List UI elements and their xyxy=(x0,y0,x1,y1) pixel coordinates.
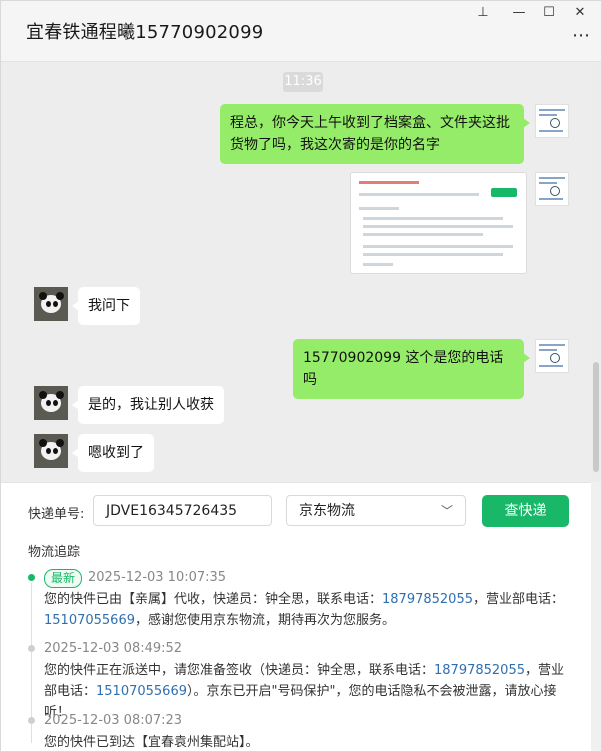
office-phone-link[interactable]: 15107055669 xyxy=(96,684,187,699)
event-text: ，感谢您使用京东物流，期待再次为您服务。 xyxy=(134,613,395,628)
message-bubble-them[interactable]: 是的，我让别人收获 xyxy=(72,386,224,424)
chevron-down-icon: ﹀ xyxy=(440,504,453,518)
event-time: 2025-12-03 08:07:23 xyxy=(44,713,183,728)
office-phone-link[interactable]: 15107055669 xyxy=(44,613,135,628)
timeline-dot xyxy=(28,717,35,724)
chat-window: 宜春铁通程曦15770902099 ⊥ — ☐ ✕ ⋯ 11:36 程总，你今天… xyxy=(0,0,602,752)
more-icon[interactable]: ⋯ xyxy=(572,25,591,46)
event-text: ，营业部电话： xyxy=(473,592,565,607)
message-image-screenshot[interactable] xyxy=(350,172,527,274)
chat-scrollbar[interactable] xyxy=(591,62,601,482)
tracking-panel: 快递单号: JDVE16345726435 京东物流 ﹀ 查快递 物流追踪 最新… xyxy=(1,482,591,751)
contact-avatar[interactable] xyxy=(34,434,68,468)
event-description: 您的快件已到达【宜春袁州集配站】。 xyxy=(44,732,574,751)
title-bar: 宜春铁通程曦15770902099 ⊥ — ☐ ✕ ⋯ xyxy=(1,1,601,62)
event-text: 您的快件已由【亲属】代收，快递员：钟全思，联系电话： xyxy=(44,592,383,607)
contact-avatar[interactable] xyxy=(34,287,68,321)
tracking-section-title: 物流追踪 xyxy=(28,545,81,560)
message-list[interactable]: 11:36 程总，你今天上午收到了档案盒、文件夹这批货物了吗，我这次寄的是你的名… xyxy=(1,62,591,482)
tracking-number-input[interactable]: JDVE16345726435 xyxy=(93,495,272,526)
message-bubble-them[interactable]: 嗯收到了 xyxy=(72,434,154,472)
query-button[interactable]: 查快递 xyxy=(482,495,569,527)
event-text: 您的快件正在派送中，请您准备签收（快递员：钟全思，联系电话： xyxy=(44,663,435,678)
pin-icon[interactable]: ⊥ xyxy=(470,3,496,23)
event-time: 2025-12-03 10:07:35 xyxy=(88,570,227,585)
my-avatar[interactable] xyxy=(535,339,569,373)
event-time: 2025-12-03 08:49:52 xyxy=(44,641,183,656)
timeline-dot-latest xyxy=(28,574,35,581)
tracking-number-label: 快递单号: xyxy=(28,507,85,522)
maximize-icon[interactable]: ☐ xyxy=(536,3,562,23)
chat-title: 宜春铁通程曦15770902099 xyxy=(26,22,264,43)
scrollbar-thumb[interactable] xyxy=(593,362,599,472)
carrier-select[interactable]: 京东物流 ﹀ xyxy=(286,495,466,526)
courier-phone-link[interactable]: 18797852055 xyxy=(382,592,473,607)
my-avatar[interactable] xyxy=(535,104,569,138)
message-bubble-me[interactable]: 程总，你今天上午收到了档案盒、文件夹这批货物了吗，我这次寄的是你的名字 xyxy=(220,104,530,164)
event-text: 您的快件已到达【宜春袁州集配站】。 xyxy=(44,735,259,750)
event-description: 您的快件已由【亲属】代收，快递员：钟全思，联系电话：18797852055，营业… xyxy=(44,589,574,631)
carrier-value: 京东物流 xyxy=(299,503,355,519)
timeline-dot xyxy=(28,645,35,652)
latest-badge: 最新 xyxy=(44,569,83,588)
contact-avatar[interactable] xyxy=(34,386,68,420)
message-bubble-them[interactable]: 我问下 xyxy=(72,287,140,325)
courier-phone-link[interactable]: 18797852055 xyxy=(434,663,525,678)
my-avatar[interactable] xyxy=(535,172,569,206)
message-timestamp: 11:36 xyxy=(283,72,323,92)
close-icon[interactable]: ✕ xyxy=(567,3,593,23)
minimize-icon[interactable]: — xyxy=(506,3,532,23)
message-bubble-me[interactable]: 15770902099 这个是您的电话吗 xyxy=(293,339,530,399)
